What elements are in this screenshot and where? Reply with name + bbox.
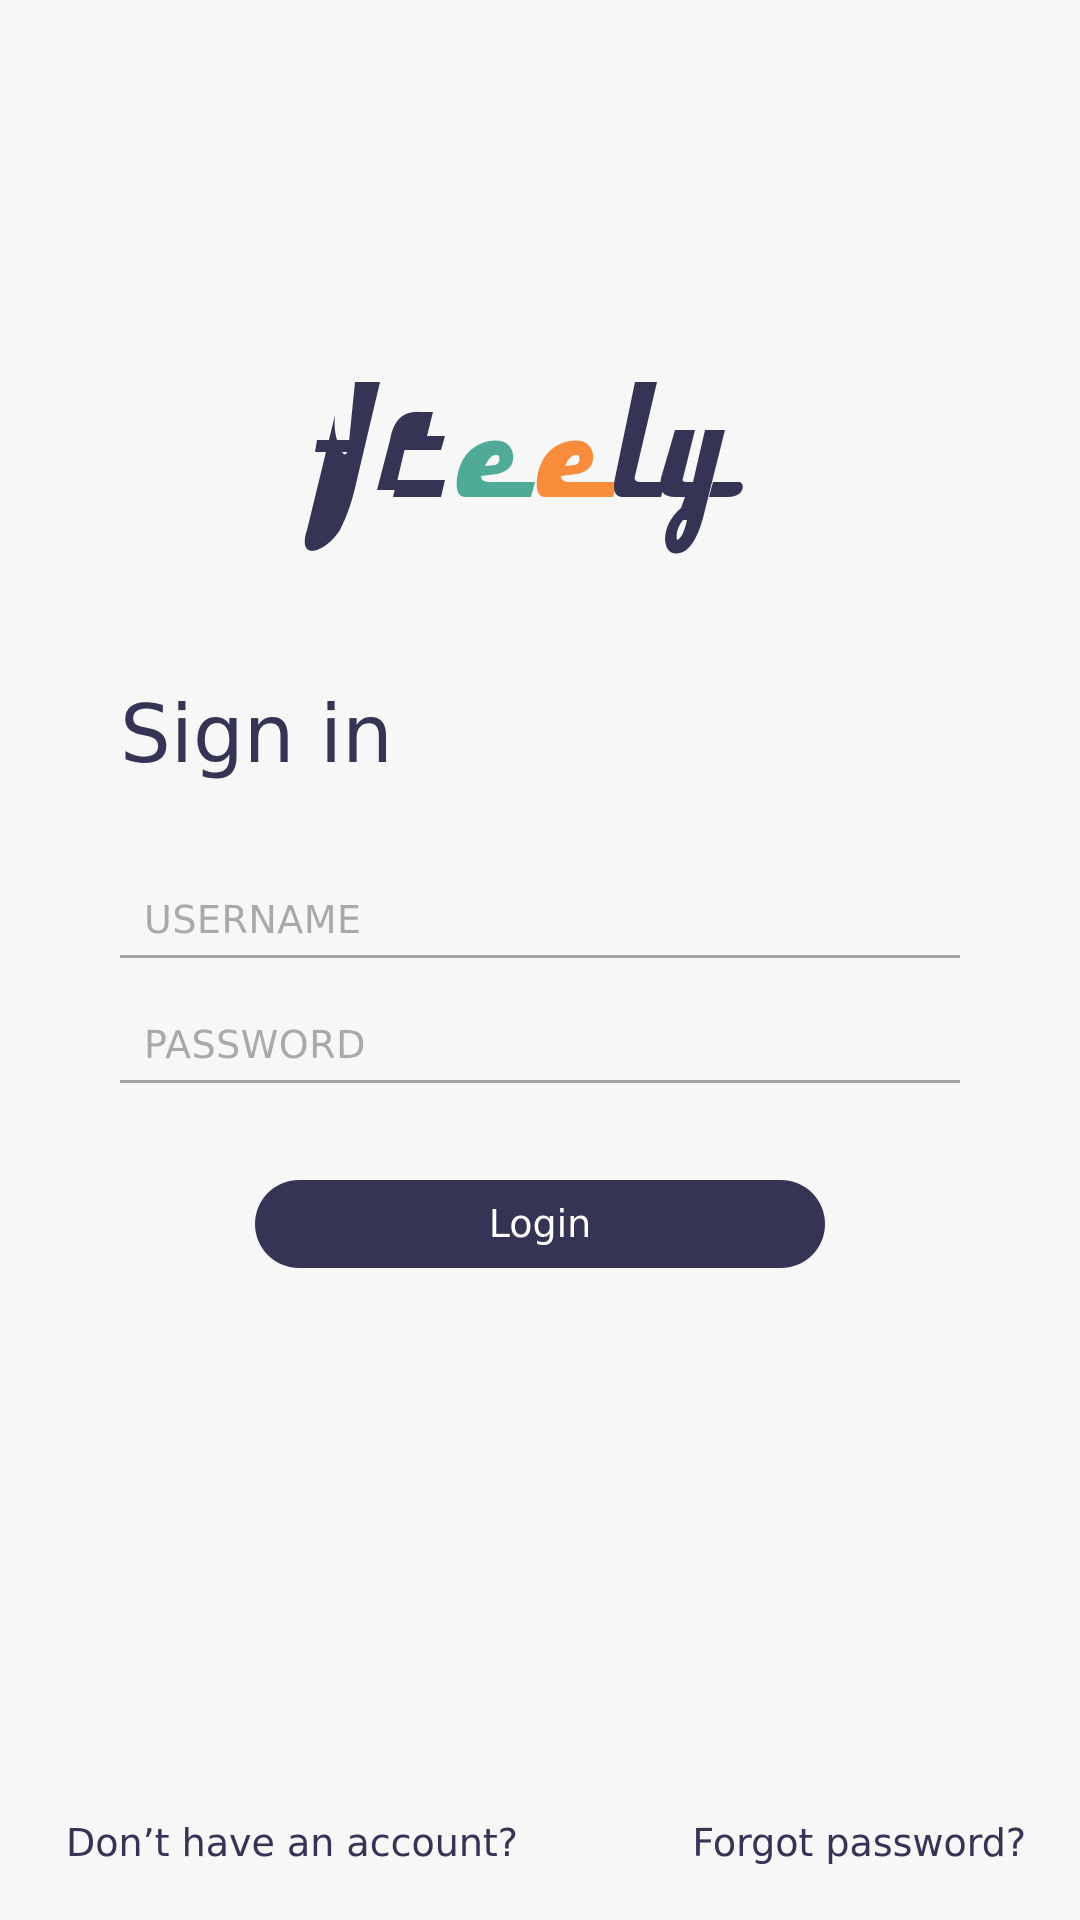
page-title: Sign in <box>120 688 393 781</box>
forgot-password-link[interactable]: Forgot password? <box>692 1815 1026 1871</box>
freely-logo-wordmark <box>304 382 743 554</box>
signup-link[interactable]: Don’t have an account? <box>66 1815 518 1871</box>
password-field[interactable] <box>120 1010 960 1083</box>
password-input[interactable] <box>120 1010 960 1080</box>
freely-logo <box>295 370 785 570</box>
username-input[interactable] <box>120 885 960 955</box>
login-button[interactable]: Login <box>255 1180 825 1268</box>
username-field[interactable] <box>120 885 960 958</box>
